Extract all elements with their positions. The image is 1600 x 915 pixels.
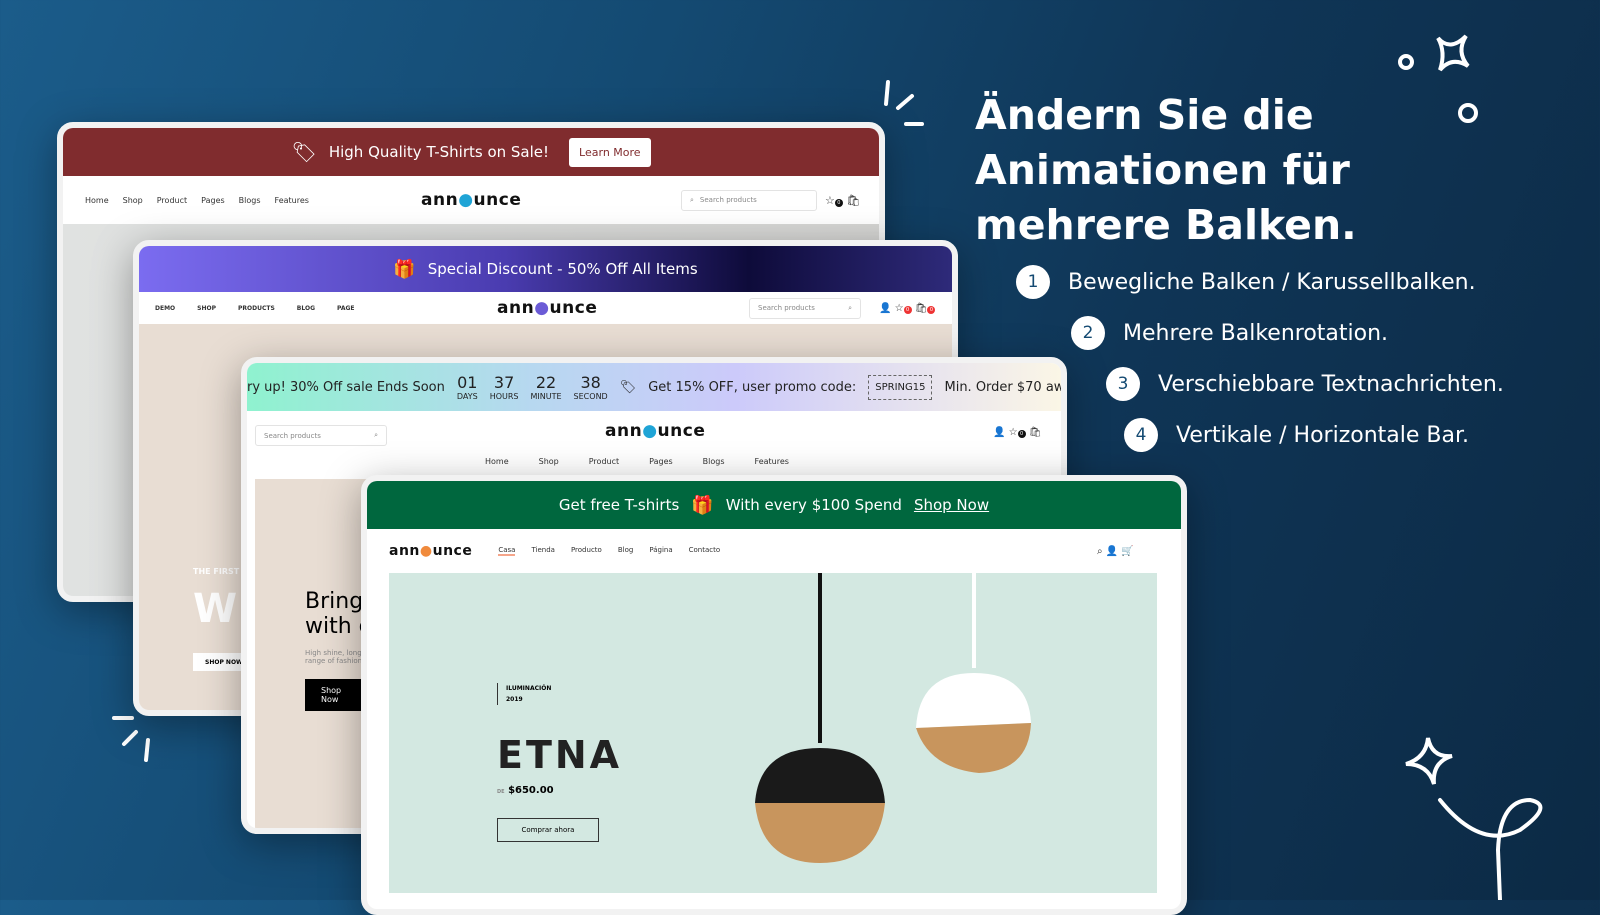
nav-item[interactable]: SHOP [197,305,216,312]
site-nav: Search products ⌕ ann●unce 👤 ☆ 0 🛍 Home Sho… [247,411,1061,475]
search-input[interactable]: ⌕ Search products [681,189,817,211]
site-nav: ann●unce Casa Tienda Producto Blog Página Con… [367,529,1181,573]
nav-item[interactable]: Shop [539,457,559,466]
search-icon: ⌕ [848,303,852,312]
tag-icon: 🏷 [291,140,317,164]
pendant-lamps-image [755,573,1031,863]
hero-title: ETNA [497,733,623,777]
nav-item[interactable]: Features [275,196,309,205]
nav-item[interactable]: Product [157,196,187,205]
gift-icon: 🎁 [691,494,714,516]
nav-item[interactable]: PRODUCTS [238,305,275,312]
nav-item[interactable]: BLOG [297,305,315,312]
nav-item[interactable]: Home [485,457,509,466]
hero-price: $650.00 [508,785,554,796]
announcement-bar: Get free T-shirts 🎁 With every $100 Spen… [367,481,1181,529]
banner-text-1: Get free T-shirts [558,496,680,514]
buy-now-button[interactable]: Comprar ahora [497,818,599,842]
search-icon: ⌕ [690,195,694,204]
announcement-bar: 🎁 Special Discount - 50% Off All Items [139,246,952,292]
nav-item[interactable]: Shop [123,196,143,205]
nav-item[interactable]: Features [755,457,789,466]
nav-item[interactable]: Home [85,196,109,205]
gift-icon: 🎁 [393,258,416,280]
hero-title: W [193,586,238,632]
countdown-timer: 01 DAYS 37 HOURS 22 MINUTE 38 SECOND [456,373,608,401]
nav-item[interactable]: Contacto [689,546,721,556]
announcement-bar: 🏷 High Quality T-Shirts on Sale! Learn M… [63,128,879,176]
site-nav: DEMO SHOP PRODUCTS BLOG PAGE ann●unce Search… [139,292,952,324]
nav-item[interactable]: PAGE [337,305,355,312]
nav-item[interactable]: Pages [201,196,225,205]
search-input[interactable]: Search products ⌕ [255,425,387,446]
promo-code[interactable]: SPRING15 [868,374,933,400]
search-icon: ⌕ [374,431,378,439]
shop-now-link[interactable]: Shop Now [914,496,989,514]
hero-year: 2019 [506,696,523,703]
nav-item[interactable]: Página [649,546,672,556]
search-account-cart-icons[interactable]: ⌕ 👤 🛒 [1097,546,1134,557]
nav-item[interactable]: Blog [618,546,633,556]
nav-item-active[interactable]: Casa [498,546,516,556]
nav-item[interactable]: Product [589,457,619,466]
countdown-bar: ry up! 30% Off sale Ends Soon 01 DAYS 37 H… [247,363,1061,411]
feature-item: 2 Mehrere Balkenrotation. [1071,316,1388,350]
learn-more-button[interactable]: Learn More [569,137,651,167]
headline: Ändern Sie die Animationen für mehrere B… [975,91,1357,249]
account-wishlist-cart-icons[interactable]: 👤 ☆ 0 🛍 [993,427,1041,438]
search-input[interactable]: Search products ⌕ [749,297,861,319]
sale-text: ry up! 30% Off sale Ends Soon [247,379,445,395]
promo-text: Get 15% OFF, user promo code: [648,379,857,395]
banner-text: High Quality T-Shirts on Sale! [328,143,550,161]
feature-item: 1 Bewegliche Balken / Karussellbalken. [1016,265,1476,299]
site-nav: Home Shop Product Pages Blogs Features ann●un… [63,176,879,224]
tag-icon: 🏷 [619,379,637,395]
nav-item[interactable]: Producto [571,546,602,556]
min-order-text: Min. Order $70 away [944,379,1067,395]
logo[interactable]: ann●unce [605,421,705,441]
logo[interactable]: ann●unce [389,543,472,559]
nav-item[interactable]: DEMO [155,305,175,312]
logo[interactable]: ann●unce [421,190,521,210]
nav-item[interactable]: Pages [649,457,673,466]
nav-item[interactable]: Blogs [239,196,261,205]
preview-card-4: Get free T-shirts 🎁 With every $100 Spen… [361,475,1187,915]
feature-item: 3 Verschiebbare Textnachrichten. [1106,367,1504,401]
wishlist-icon[interactable]: ☆ 0 🛍 [825,194,860,207]
hero: ILUMINACIÓN 2019 ETNA DE $650.00 Comprar… [389,573,1157,893]
hero-kicker: ILUMINACIÓN [506,685,552,692]
banner-text: Special Discount - 50% Off All Items [427,260,698,278]
nav-item[interactable]: Tienda [531,546,554,556]
banner-text-2: With every $100 Spend [725,496,902,514]
feature-item: 4 Vertikale / Horizontale Bar. [1124,418,1469,452]
nav-item[interactable]: Blogs [703,457,725,466]
hero-kicker: THE FIRST [193,567,240,576]
logo[interactable]: ann●unce [497,298,597,318]
account-wishlist-cart-icons[interactable]: 👤 ☆ 0 🛍 0 [879,303,936,314]
